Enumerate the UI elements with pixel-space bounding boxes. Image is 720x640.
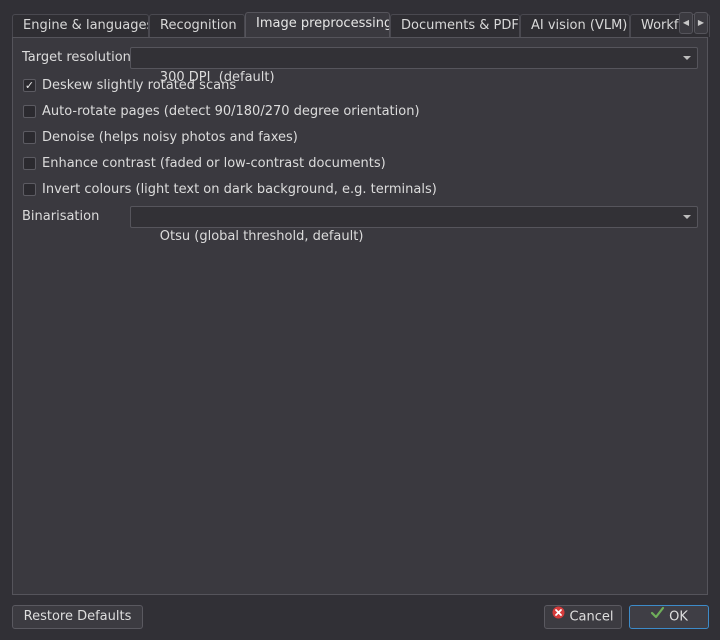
binarisation-select[interactable]: Otsu (global threshold, default) bbox=[130, 206, 698, 244]
cancel-label: Cancel bbox=[569, 609, 614, 625]
denoise-checkbox[interactable] bbox=[23, 131, 36, 144]
enhance-contrast-label: Enhance contrast (faded or low-contrast … bbox=[42, 156, 386, 171]
invert-colours-label: Invert colours (light text on dark backg… bbox=[42, 182, 437, 197]
ok-button[interactable]: OK bbox=[629, 605, 709, 629]
image-preprocessing-panel: Target resolution 300 DPI (default) ✓ De… bbox=[12, 37, 708, 595]
chevron-right-icon[interactable]: ▶ bbox=[694, 12, 708, 34]
target-resolution-label: Target resolution bbox=[22, 50, 131, 65]
cancel-x-icon bbox=[552, 605, 565, 627]
tab-image-preprocessing[interactable]: Image preprocessing bbox=[245, 12, 390, 37]
chevron-down-icon bbox=[683, 215, 691, 219]
tab-engine-languages[interactable]: Engine & languages bbox=[12, 14, 149, 37]
preferences-dialog: Engine & languages Recognition Image pre… bbox=[0, 0, 720, 640]
ok-check-icon bbox=[650, 605, 665, 627]
chevron-down-icon bbox=[683, 56, 691, 60]
ok-label: OK bbox=[669, 609, 688, 625]
denoise-label: Denoise (helps noisy photos and faxes) bbox=[42, 130, 298, 145]
cancel-button[interactable]: Cancel bbox=[544, 605, 622, 629]
auto-rotate-label: Auto-rotate pages (detect 90/180/270 deg… bbox=[42, 104, 420, 119]
auto-rotate-checkbox[interactable] bbox=[23, 105, 36, 118]
target-resolution-select[interactable]: 300 DPI (default) bbox=[130, 47, 698, 85]
tab-documents-pdf[interactable]: Documents & PDF bbox=[390, 14, 520, 37]
tab-ai-vision[interactable]: AI vision (VLM) bbox=[520, 14, 630, 37]
chevron-left-icon[interactable]: ◀ bbox=[679, 12, 693, 34]
invert-colours-checkbox[interactable] bbox=[23, 183, 36, 196]
deskew-label: Deskew slightly rotated scans bbox=[42, 78, 237, 93]
binarisation-value: Otsu (global threshold, default) bbox=[159, 229, 364, 244]
binarisation-label: Binarisation bbox=[22, 209, 100, 224]
restore-defaults-button[interactable]: Restore Defaults bbox=[12, 605, 143, 629]
tab-recognition[interactable]: Recognition bbox=[149, 14, 245, 37]
tab-bar: Engine & languages Recognition Image pre… bbox=[12, 12, 710, 37]
enhance-contrast-checkbox[interactable] bbox=[23, 157, 36, 170]
deskew-checkbox[interactable]: ✓ bbox=[23, 79, 36, 92]
